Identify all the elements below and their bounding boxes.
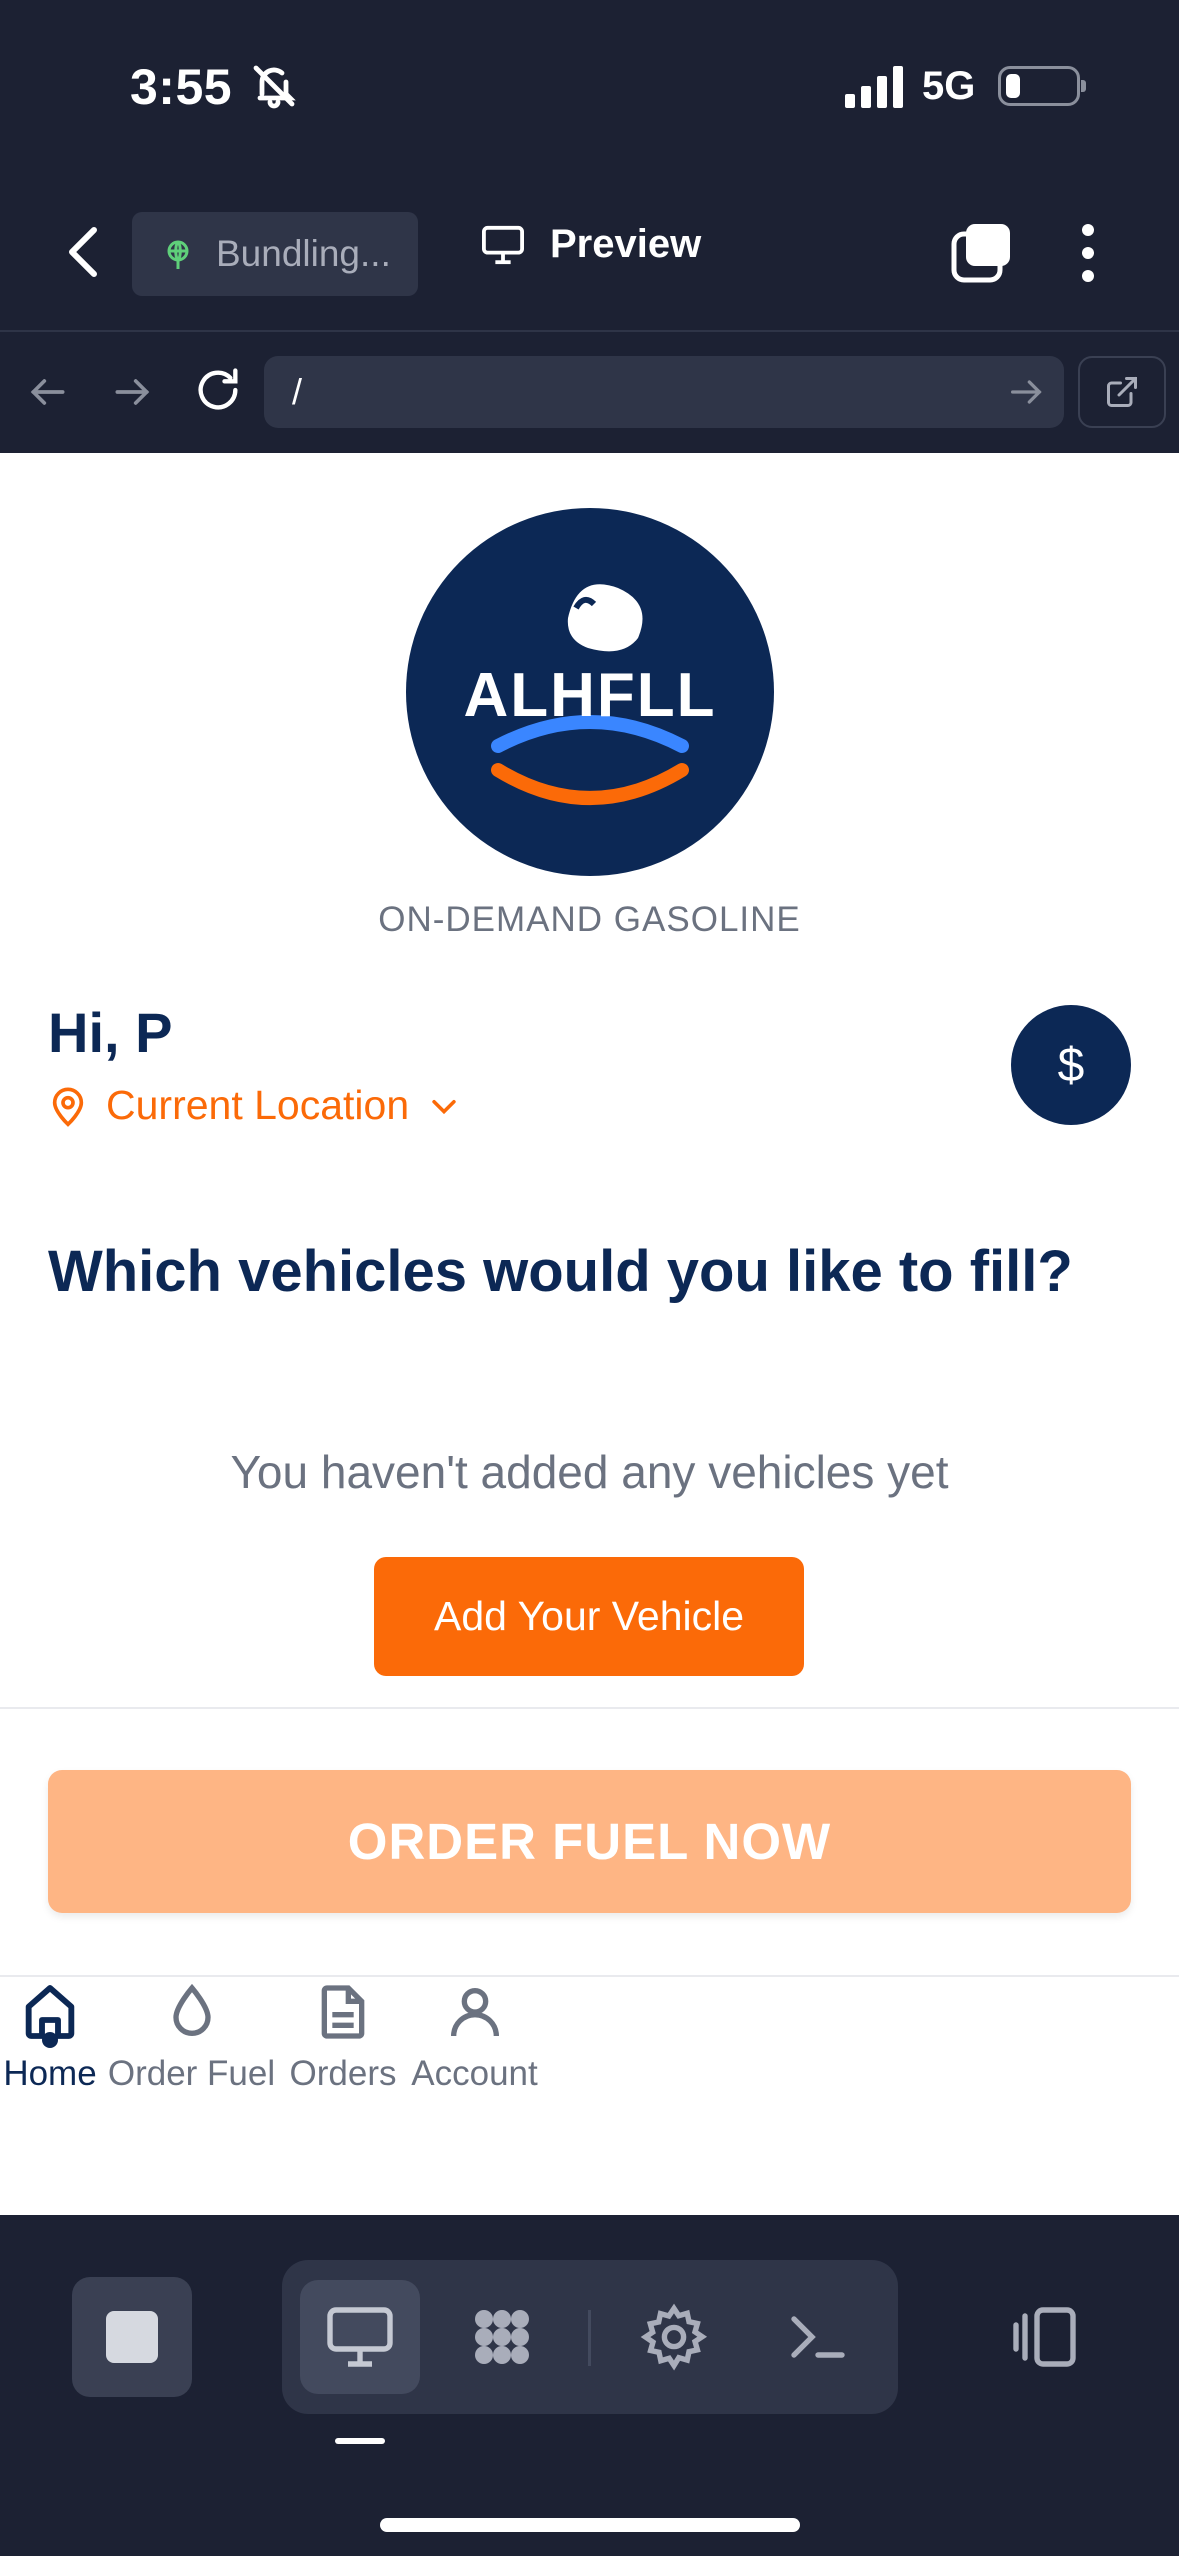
tab-label: Orders	[289, 2054, 397, 2093]
grid-apps-icon[interactable]	[466, 2301, 538, 2373]
tab-home[interactable]: Home	[0, 1980, 100, 2120]
nav-back-icon[interactable]	[26, 370, 70, 414]
location-label: Current Location	[106, 1082, 410, 1128]
logo-text: ALHFLL	[463, 661, 717, 730]
home-indicator[interactable]	[380, 2518, 800, 2532]
tab-account[interactable]: Account	[403, 1980, 546, 2120]
vehicles-question: Which vehicles would you like to fill?	[48, 1239, 1073, 1304]
bundling-icon	[167, 240, 189, 269]
empty-state-text: You haven't added any vehicles yet	[230, 1446, 949, 1498]
tab-label: Account	[411, 2054, 538, 2093]
add-vehicle-button[interactable]: Add Your Vehicle	[374, 1557, 804, 1676]
tab-label: Order Fuel	[107, 2054, 276, 2093]
bundling-status: Bundling...	[132, 212, 418, 296]
external-link-icon	[1107, 377, 1137, 407]
open-external-button[interactable]	[1078, 356, 1166, 428]
bell-slash-icon	[253, 65, 296, 109]
stop-button[interactable]	[72, 2277, 192, 2397]
url-input[interactable]: /	[264, 356, 1064, 428]
signal-icon	[845, 66, 903, 108]
tabs-icon[interactable]	[950, 222, 1012, 284]
tab-orders[interactable]: Orders	[283, 1980, 403, 2120]
location-selector[interactable]: Current Location	[48, 1082, 461, 1129]
greeting: Hi, P	[48, 1001, 173, 1064]
tabbar-divider	[0, 1975, 1179, 1977]
droplet-icon	[172, 1983, 211, 2036]
order-fuel-button[interactable]: ORDER FUEL NOW	[48, 1770, 1131, 1913]
split-view-icon[interactable]	[1010, 2301, 1082, 2373]
back-chevron-icon[interactable]	[60, 222, 110, 282]
user-icon	[450, 1988, 499, 2037]
tab-order-fuel[interactable]: Order Fuel	[100, 1980, 283, 2120]
tagline: ON-DEMAND GASOLINE	[378, 900, 801, 939]
document-icon	[321, 1985, 365, 2039]
toolbar-divider	[0, 330, 1179, 332]
bundling-label: Bundling...	[216, 233, 391, 274]
nav-forward-icon[interactable]	[110, 370, 154, 414]
go-arrow-icon[interactable]	[1006, 372, 1046, 412]
more-options-icon[interactable]	[1070, 222, 1106, 284]
bottom-tab-bar: Home Order Fuel Orders Account	[0, 1980, 546, 2120]
section-divider	[0, 1707, 1179, 1709]
tool-separator	[588, 2310, 591, 2366]
status-time: 3:55	[130, 59, 233, 115]
network-type: 5G	[922, 64, 976, 108]
preview-button[interactable]: Preview	[480, 222, 701, 267]
monitor-icon	[482, 225, 524, 264]
battery-icon	[998, 66, 1086, 106]
monitor-icon	[327, 2307, 393, 2367]
gear-icon[interactable]	[638, 2301, 710, 2373]
preview-label: Preview	[550, 222, 702, 266]
reload-icon[interactable]	[192, 364, 244, 416]
tab-label: Home	[3, 2054, 97, 2093]
wallet-button[interactable]: $	[1011, 1005, 1131, 1125]
active-tool-indicator	[335, 2438, 385, 2444]
terminal-icon[interactable]	[782, 2301, 854, 2373]
dollar-icon: $	[1057, 1038, 1085, 1092]
map-pin-icon	[52, 1087, 84, 1127]
active-dot	[42, 2032, 58, 2048]
chevron-down-icon	[432, 1099, 456, 1114]
